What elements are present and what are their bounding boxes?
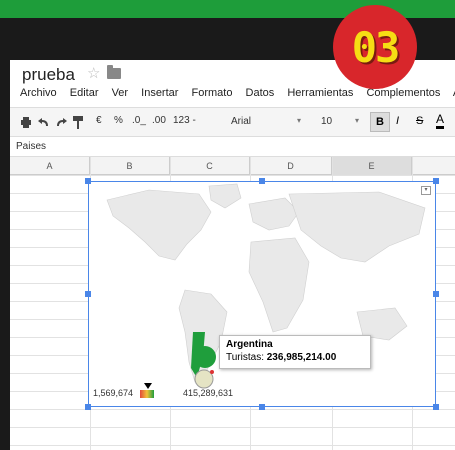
tooltip-label: Turistas: bbox=[226, 352, 264, 363]
resize-handle[interactable] bbox=[259, 404, 265, 410]
asia-shape bbox=[288, 191, 426, 263]
legend-gradient bbox=[140, 390, 154, 398]
north-america-shape bbox=[106, 189, 212, 261]
increase-decimals-button[interactable]: .00 bbox=[152, 115, 166, 126]
menu-datos[interactable]: Datos bbox=[246, 87, 275, 99]
font-family-dropdown[interactable]: Arial ▾ bbox=[225, 113, 305, 131]
tooltip-value: 236,985,214.00 bbox=[266, 352, 337, 363]
decrease-decimals-button[interactable]: .0_ bbox=[132, 115, 146, 126]
resize-handle[interactable] bbox=[85, 178, 91, 184]
menu-herramientas[interactable]: Herramientas bbox=[287, 87, 353, 99]
chart-menu-icon[interactable]: ▾ bbox=[421, 186, 431, 195]
legend-pointer-icon bbox=[144, 383, 152, 389]
chart-tooltip: Argentina Turistas: 236,985,214.00 bbox=[219, 335, 371, 369]
percent-button[interactable]: % bbox=[114, 115, 123, 126]
column-header-e[interactable]: E bbox=[332, 157, 412, 175]
tooltip-value-line: Turistas: 236,985,214.00 bbox=[226, 352, 364, 363]
tooltip-country: Argentina bbox=[226, 339, 273, 350]
text-color-button[interactable]: A bbox=[436, 113, 445, 129]
resize-handle[interactable] bbox=[85, 404, 91, 410]
menu-editar[interactable]: Editar bbox=[70, 87, 99, 99]
region-marker-dot bbox=[210, 370, 214, 374]
greenland-shape bbox=[208, 183, 242, 209]
step-number: 03 bbox=[351, 22, 401, 72]
paint-format-icon[interactable] bbox=[73, 116, 85, 129]
font-size-value: 10 bbox=[321, 116, 333, 127]
menu-formato[interactable]: Formato bbox=[192, 87, 233, 99]
currency-button[interactable]: € bbox=[96, 115, 102, 126]
star-icon[interactable]: ☆ bbox=[87, 64, 100, 82]
formula-bar[interactable]: Paises bbox=[10, 137, 455, 157]
column-header-d[interactable]: D bbox=[250, 157, 332, 175]
step-badge: 03 bbox=[333, 5, 417, 89]
print-icon[interactable] bbox=[20, 117, 32, 128]
resize-handle[interactable] bbox=[259, 178, 265, 184]
undo-icon[interactable] bbox=[38, 117, 50, 128]
europe-shape bbox=[248, 197, 300, 231]
bold-button[interactable]: B bbox=[370, 112, 390, 132]
geo-chart[interactable]: ▾ Argentina Turistas: 236,985,214.00 1,5… bbox=[88, 181, 436, 407]
strikethrough-button[interactable]: S bbox=[416, 115, 423, 127]
font-family-value: Arial bbox=[231, 116, 252, 127]
menu-insertar[interactable]: Insertar bbox=[141, 87, 178, 99]
menu-archivo[interactable]: Archivo bbox=[20, 87, 57, 99]
folder-icon[interactable] bbox=[107, 65, 121, 79]
column-header-row: A B C D E bbox=[10, 157, 455, 175]
font-size-dropdown[interactable]: 10 ▾ bbox=[315, 113, 363, 131]
africa-shape bbox=[248, 237, 310, 333]
menu-ver[interactable]: Ver bbox=[112, 87, 129, 99]
resize-handle[interactable] bbox=[433, 291, 439, 297]
chevron-down-icon: ▾ bbox=[354, 116, 359, 125]
document-title[interactable]: prueba bbox=[22, 65, 75, 85]
toolbar: € % .0_ .00 123 - Arial ▾ 10 ▾ B I S A bbox=[10, 107, 455, 137]
redo-icon[interactable] bbox=[55, 117, 67, 128]
legend-min: 1,569,674 bbox=[93, 388, 134, 398]
spreadsheet-window: prueba ☆ Archivo Editar Ver Insertar For… bbox=[10, 60, 455, 450]
argentina-marker-circle bbox=[194, 346, 216, 368]
legend-max: 415,289,631 bbox=[183, 388, 234, 398]
resize-handle[interactable] bbox=[433, 178, 439, 184]
world-map bbox=[106, 183, 426, 383]
menu-bar: Archivo Editar Ver Insertar Formato Dato… bbox=[20, 87, 455, 99]
resize-handle[interactable] bbox=[433, 404, 439, 410]
resize-handle[interactable] bbox=[85, 291, 91, 297]
column-header-c[interactable]: C bbox=[170, 157, 250, 175]
column-header-b[interactable]: B bbox=[90, 157, 170, 175]
column-header-a[interactable]: A bbox=[10, 157, 90, 175]
italic-button[interactable]: I bbox=[396, 115, 399, 127]
formula-bar-value: Paises bbox=[16, 141, 47, 152]
number-format-dropdown[interactable]: 123 - bbox=[173, 115, 196, 126]
chevron-down-icon: ▾ bbox=[296, 116, 301, 125]
